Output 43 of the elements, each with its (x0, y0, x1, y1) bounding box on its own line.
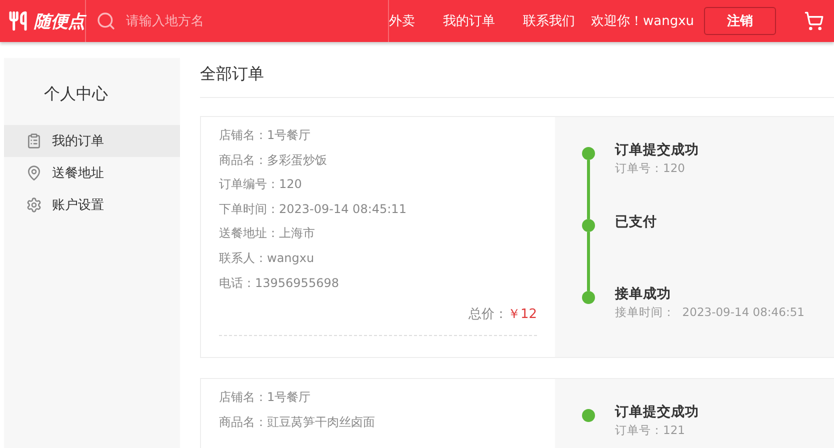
order-field: 店铺名：1号餐厅 (219, 385, 539, 410)
sidebar-item-label: 账户设置 (52, 197, 104, 214)
step-title: 接单成功 (615, 285, 672, 303)
sidebar-item-label: 送餐地址 (52, 165, 104, 182)
nav-link[interactable]: 我的订单 (443, 12, 495, 30)
order-field: 电话：13956955698 (219, 270, 539, 296)
order-field: 订单编号：120 (219, 172, 539, 197)
total-price: ￥12 (507, 306, 537, 324)
utensils-icon (8, 11, 28, 31)
search-field[interactable]: 请输入地方名 (124, 12, 388, 30)
logo-text[interactable]: 随便点 (34, 10, 85, 32)
search-icon[interactable] (96, 11, 116, 31)
logout-button[interactable]: 注销 (704, 7, 776, 35)
step-title: 已支付 (615, 213, 657, 231)
order-field: 联系人：wangxu (219, 246, 539, 271)
step-title: 订单提交成功 (615, 141, 699, 159)
page-title: 全部订单 (200, 58, 834, 98)
welcome-text: 欢迎你！wangxu (591, 13, 694, 30)
cart-icon[interactable] (804, 11, 824, 31)
order-field: 店铺名：1号餐厅 (219, 123, 539, 148)
settings-icon (26, 197, 42, 213)
nav-link[interactable]: 外卖 (389, 12, 415, 30)
step-detail: 订单号：121 (615, 423, 686, 438)
map-pin-icon (26, 165, 42, 181)
clipboard-icon (26, 133, 42, 149)
order-field: 下单时间：2023-09-14 08:45:11 (219, 196, 539, 222)
sidebar-title: 个人中心 (43, 84, 109, 105)
timeline-dot (582, 219, 594, 232)
order-field: 商品名：豇豆莴笋干肉丝卤面 (219, 410, 539, 434)
step-title: 订单提交成功 (615, 403, 699, 421)
timeline-dot (582, 409, 594, 422)
timeline-dot (582, 147, 594, 160)
order-field: 送餐地址：上海市 (219, 221, 539, 246)
step-detail: 订单号：120 (615, 161, 686, 176)
timeline-dot (582, 291, 594, 304)
sidebar-item[interactable]: 送餐地址 (4, 157, 180, 189)
sidebar-item[interactable]: 账户设置 (4, 189, 180, 221)
sidebar-item[interactable]: 我的订单 (4, 125, 180, 157)
total-label: 总价： (468, 306, 508, 324)
sidebar-item-label: 我的订单 (52, 133, 104, 150)
nav-link[interactable]: 联系我们 (523, 12, 575, 30)
order-field: 商品名：多彩蛋炒饭 (219, 148, 539, 172)
step-detail: 接单时间： 2023-09-14 08:46:51 (615, 305, 804, 320)
